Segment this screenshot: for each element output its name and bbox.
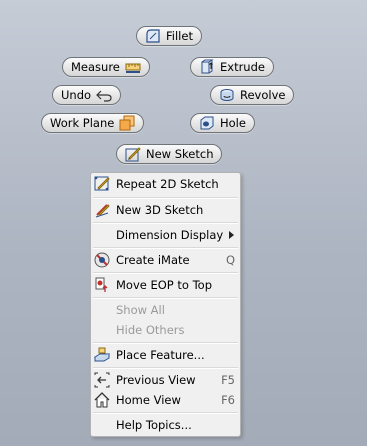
- menu-item-shortcut: F6: [221, 393, 235, 407]
- menu-item-label: Hide Others: [116, 323, 185, 337]
- extrude-icon: [199, 59, 215, 75]
- menu-separator: [93, 197, 238, 199]
- menu-item-shortcut: F5: [221, 373, 235, 387]
- work-plane-button[interactable]: Work Plane: [41, 113, 145, 133]
- menu-separator: [93, 222, 238, 224]
- menu-item-label: Help Topics...: [116, 418, 192, 432]
- home-icon: [94, 392, 110, 408]
- sketch-2d-icon: [94, 176, 110, 192]
- menu-item-new-3d-sketch[interactable]: New 3D Sketch: [91, 200, 240, 220]
- menu-separator: [93, 412, 238, 414]
- previous-view-icon: [94, 372, 110, 388]
- imate-icon: [94, 252, 110, 268]
- menu-item-home-view[interactable]: Home View F6: [91, 390, 240, 410]
- menu-item-label: Place Feature...: [116, 348, 205, 362]
- menu-item-label: Dimension Display: [116, 228, 224, 242]
- menu-item-shortcut: Q: [225, 253, 235, 267]
- undo-label: Undo: [61, 88, 92, 102]
- eop-icon: [94, 277, 110, 293]
- new-sketch-icon: [125, 146, 141, 162]
- menu-item-repeat-2d-sketch[interactable]: Repeat 2D Sketch: [91, 174, 240, 194]
- measure-icon: [125, 59, 141, 75]
- menu-item-label: Show All: [116, 303, 165, 317]
- work-plane-label: Work Plane: [50, 116, 115, 130]
- menu-item-help-topics[interactable]: Help Topics...: [91, 415, 240, 435]
- context-menu: Repeat 2D Sketch New 3D Sketch Dimension…: [90, 172, 241, 437]
- menu-separator: [93, 297, 238, 299]
- submenu-arrow-icon: [229, 231, 234, 239]
- undo-icon: [96, 87, 112, 103]
- revolve-label: Revolve: [240, 88, 286, 102]
- new-sketch-label: New Sketch: [146, 147, 214, 161]
- menu-item-create-imate[interactable]: Create iMate Q: [91, 250, 240, 270]
- fillet-icon: [145, 28, 161, 44]
- menu-item-label: Previous View: [116, 373, 196, 387]
- menu-item-label: New 3D Sketch: [116, 203, 204, 217]
- menu-item-previous-view[interactable]: Previous View F5: [91, 370, 240, 390]
- place-feature-icon: [94, 347, 110, 363]
- menu-separator: [93, 367, 238, 369]
- measure-button[interactable]: Measure: [62, 57, 150, 77]
- menu-item-hide-others[interactable]: Hide Others: [91, 320, 240, 340]
- revolve-button[interactable]: Revolve: [210, 85, 295, 105]
- menu-item-label: Home View: [116, 393, 181, 407]
- fillet-button[interactable]: Fillet: [136, 26, 202, 46]
- sketch-3d-icon: [94, 202, 110, 218]
- extrude-label: Extrude: [220, 60, 265, 74]
- extrude-button[interactable]: Extrude: [190, 57, 274, 77]
- menu-item-label: Repeat 2D Sketch: [116, 177, 219, 191]
- revolve-icon: [219, 87, 235, 103]
- hole-icon: [199, 115, 215, 131]
- menu-item-label: Move EOP to Top: [116, 278, 213, 292]
- menu-separator: [93, 342, 238, 344]
- fillet-label: Fillet: [166, 29, 193, 43]
- new-sketch-button[interactable]: New Sketch: [116, 144, 223, 164]
- menu-separator: [93, 247, 238, 249]
- menu-item-move-eop-to-top[interactable]: Move EOP to Top: [91, 275, 240, 295]
- menu-separator: [93, 272, 238, 274]
- undo-button[interactable]: Undo: [52, 85, 122, 105]
- measure-label: Measure: [71, 60, 120, 74]
- menu-item-dimension-display[interactable]: Dimension Display: [91, 225, 240, 245]
- menu-item-label: Create iMate: [116, 253, 190, 267]
- work-plane-icon: [119, 115, 135, 131]
- hole-button[interactable]: Hole: [190, 113, 255, 133]
- menu-item-show-all[interactable]: Show All: [91, 300, 240, 320]
- hole-label: Hole: [220, 116, 246, 130]
- menu-item-place-feature[interactable]: Place Feature...: [91, 345, 240, 365]
